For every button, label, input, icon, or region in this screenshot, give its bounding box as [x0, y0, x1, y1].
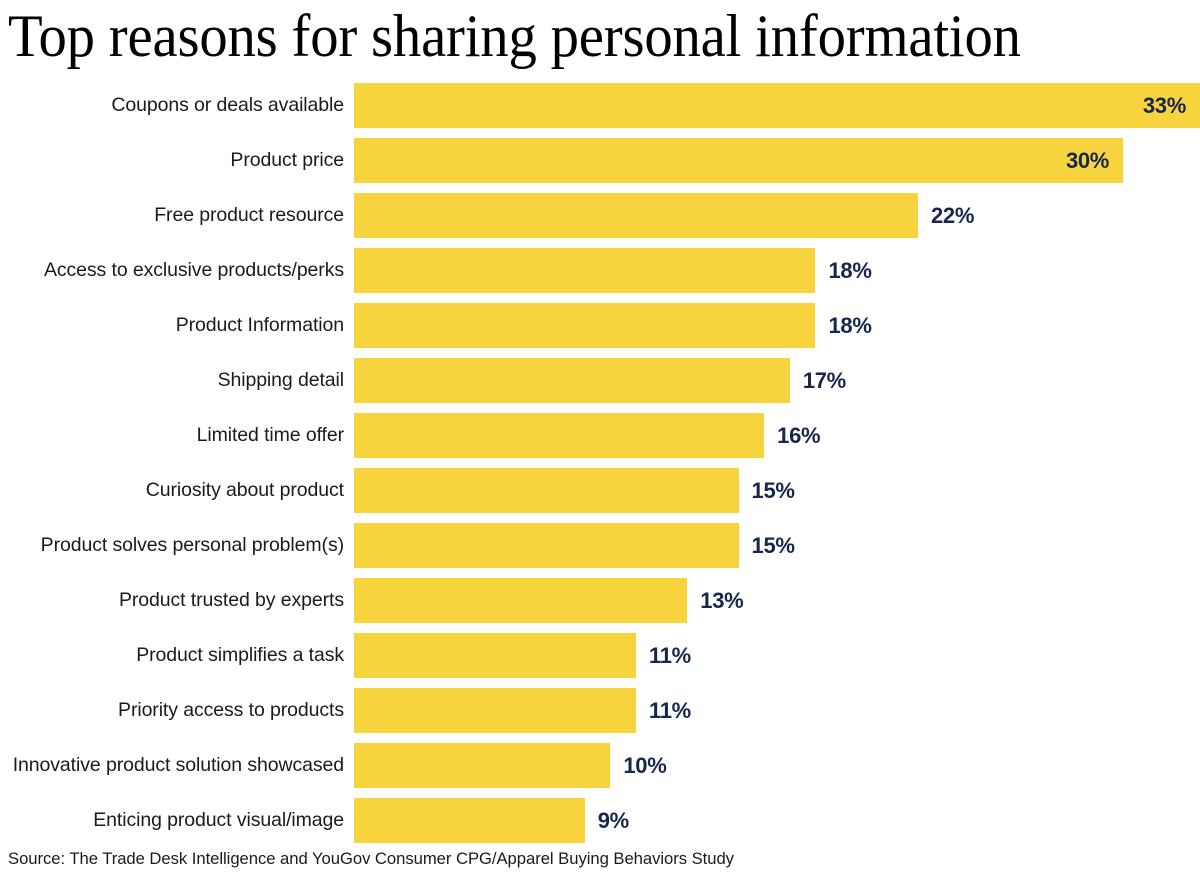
bar-value-label: 18%: [828, 258, 872, 283]
bar-track: 15%: [354, 523, 1200, 568]
bar-value-label: 15%: [751, 533, 795, 558]
bar-value-label: 10%: [623, 753, 667, 778]
bar: 33%: [354, 83, 1200, 128]
bar: 11%: [354, 633, 691, 678]
category-label: Shipping detail: [217, 369, 345, 391]
bar-row: Product solves personal problem(s) 15%: [0, 523, 1200, 568]
bar-track: 33%: [354, 83, 1200, 128]
bar-track: 17%: [354, 358, 1200, 403]
bar-row: Free product resource 22%: [0, 193, 1200, 238]
bar-row: Shipping detail 17%: [0, 358, 1200, 403]
bar-track: 18%: [354, 248, 1200, 293]
bar-row: Product trusted by experts 13%: [0, 578, 1200, 623]
bar-value-label: 13%: [700, 588, 744, 613]
page-title: Top reasons for sharing personal informa…: [8, 3, 1021, 69]
bar-track: 30%: [354, 138, 1200, 183]
source-note: Source: The Trade Desk Intelligence and …: [8, 849, 734, 868]
bar-row: Product Information 18%: [0, 303, 1200, 348]
bar: 30%: [354, 138, 1124, 183]
bar-row: Access to exclusive products/perks 18%: [0, 248, 1200, 293]
category-label: Product price: [230, 149, 344, 171]
bar-value-label: 16%: [777, 423, 821, 448]
bar: 16%: [354, 413, 821, 458]
bar-value-label: 17%: [802, 368, 846, 393]
bar-row: Innovative product solution showcased 10%: [0, 743, 1200, 788]
bar-value-label: 18%: [828, 313, 872, 338]
category-label: Free product resource: [154, 204, 344, 226]
bar: 18%: [354, 303, 872, 348]
bar-track: 16%: [354, 413, 1200, 458]
bar-track: 10%: [354, 743, 1200, 788]
bar-row: Product price 30%: [0, 138, 1200, 183]
bar-value-label: 11%: [649, 643, 691, 668]
bar: 15%: [354, 468, 795, 513]
bar-row: Enticing product visual/image 9%: [0, 798, 1200, 843]
bar: 18%: [354, 248, 872, 293]
bar-track: 9%: [354, 798, 1200, 843]
category-label: Product Information: [175, 314, 344, 336]
bar: 10%: [354, 743, 667, 788]
bar: 11%: [354, 688, 691, 733]
bar-track: 13%: [354, 578, 1200, 623]
category-label: Product solves personal problem(s): [40, 534, 344, 556]
chart-page: Top reasons for sharing personal informa…: [0, 0, 1200, 880]
bar: 22%: [354, 193, 974, 238]
bar: 9%: [354, 798, 629, 843]
bar-value-label: 11%: [649, 698, 691, 723]
bar-row: Limited time offer 16%: [0, 413, 1200, 458]
bar-row: Priority access to products 11%: [0, 688, 1200, 733]
category-label: Access to exclusive products/perks: [43, 259, 344, 281]
bar-track: 22%: [354, 193, 1200, 238]
category-label: Curiosity about product: [145, 479, 344, 501]
bar-track: 18%: [354, 303, 1200, 348]
category-label: Innovative product solution showcased: [12, 754, 344, 776]
category-label: Enticing product visual/image: [93, 809, 344, 831]
bar-track: 11%: [354, 688, 1200, 733]
bar-row: Product simplifies a task 11%: [0, 633, 1200, 678]
bar-value-label: 15%: [751, 478, 795, 503]
bar-chart-plot-area: Coupons or deals available 33% Product pri…: [0, 83, 1200, 843]
bar-track: 11%: [354, 633, 1200, 678]
category-label: Product simplifies a task: [136, 644, 344, 666]
category-label: Product trusted by experts: [118, 589, 344, 611]
bar: 13%: [354, 578, 744, 623]
category-label: Limited time offer: [196, 424, 345, 446]
bar: 15%: [354, 523, 795, 568]
bar-value-label: 22%: [931, 203, 975, 228]
bar-value-label: 33%: [1142, 93, 1186, 118]
category-label: Coupons or deals available: [111, 94, 344, 116]
bar: 17%: [354, 358, 846, 403]
bar-track: 15%: [354, 468, 1200, 513]
bar-row: Coupons or deals available 33%: [0, 83, 1200, 128]
category-label: Priority access to products: [118, 699, 344, 721]
bar-value-label: 9%: [597, 808, 630, 833]
bar-row: Curiosity about product 15%: [0, 468, 1200, 513]
bar-value-label: 30%: [1065, 148, 1110, 173]
